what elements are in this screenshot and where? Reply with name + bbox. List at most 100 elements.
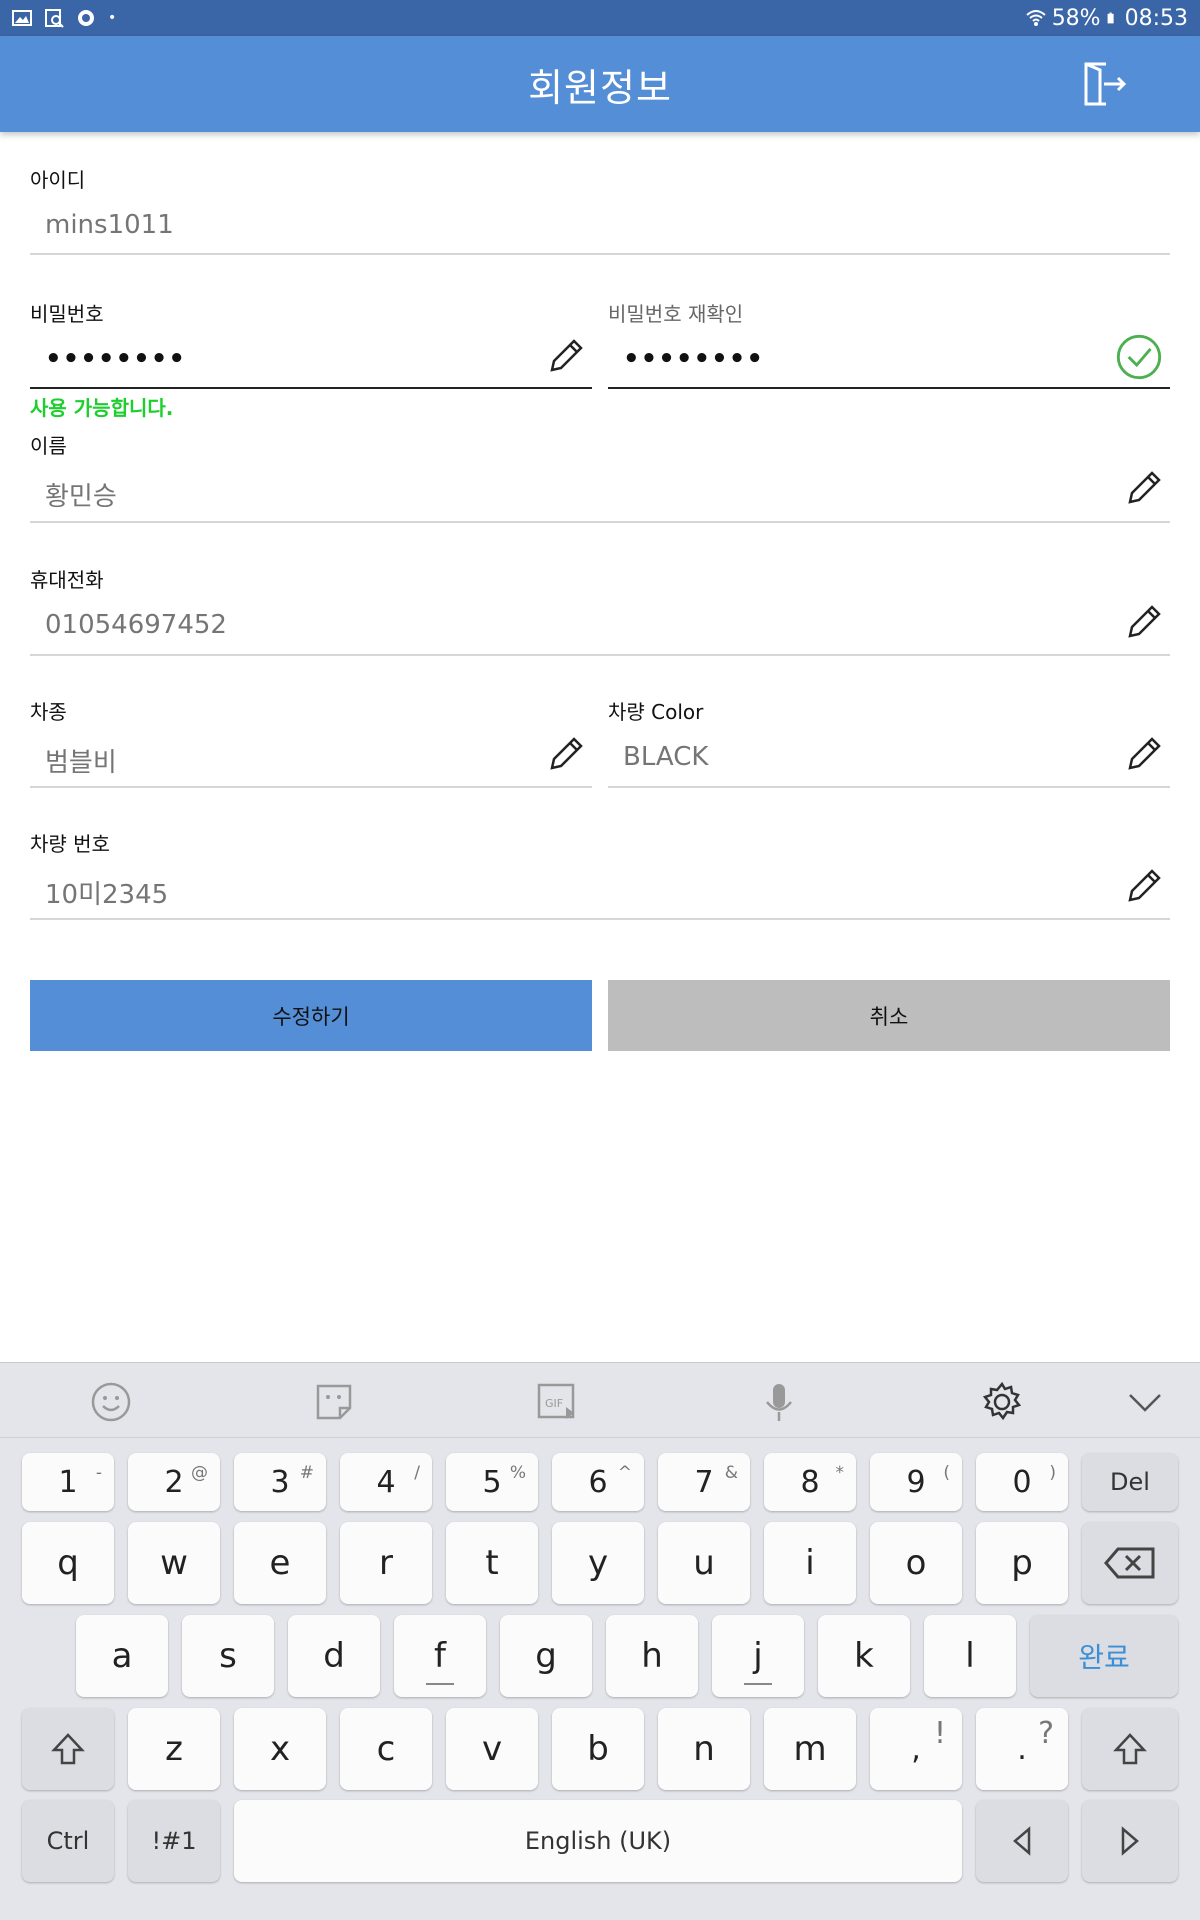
phone-field[interactable]: 휴대전화 01054697452 <box>30 562 1170 657</box>
key-x[interactable]: x <box>234 1708 326 1790</box>
key-0[interactable]: 0) <box>976 1453 1068 1511</box>
pencil-icon[interactable] <box>546 336 586 376</box>
key-1[interactable]: 1- <box>22 1453 114 1511</box>
car-color-input[interactable]: BLACK <box>623 742 708 772</box>
key-q[interactable]: q <box>22 1522 114 1604</box>
key-period[interactable]: .? <box>976 1708 1068 1790</box>
key-v[interactable]: v <box>446 1708 538 1790</box>
battery-icon <box>1107 12 1114 24</box>
key-d[interactable]: d <box>288 1615 380 1697</box>
key-b[interactable]: b <box>552 1708 644 1790</box>
key-w[interactable]: w <box>128 1522 220 1604</box>
key-y[interactable]: y <box>552 1522 644 1604</box>
password-field[interactable]: 비밀번호 •••••••• <box>30 296 592 391</box>
gif-icon[interactable]: GIF <box>536 1381 578 1423</box>
key-shift-right[interactable] <box>1082 1708 1178 1790</box>
shift-icon <box>1113 1733 1147 1765</box>
pencil-icon[interactable] <box>1124 468 1164 508</box>
key-l[interactable]: l <box>924 1615 1016 1697</box>
car-number-underline <box>30 918 1170 920</box>
password-input[interactable]: •••••••• <box>45 344 186 374</box>
keyboard-toolbar: GIF <box>0 1362 1200 1438</box>
key-6[interactable]: 6 ^ <box>552 1453 644 1511</box>
key-shift-left[interactable] <box>22 1708 114 1790</box>
car-number-input[interactable]: 10미2345 <box>45 874 168 911</box>
phone-input[interactable]: 01054697452 <box>45 610 227 640</box>
wifi-icon <box>1026 10 1046 26</box>
key-o[interactable]: o <box>870 1522 962 1604</box>
key-backspace[interactable] <box>1082 1522 1178 1604</box>
key-8[interactable]: 8 * <box>764 1453 856 1511</box>
key-u[interactable]: u <box>658 1522 750 1604</box>
password-confirm-field[interactable]: 비밀번호 재확인 •••••••• <box>608 296 1170 391</box>
key-r[interactable]: r <box>340 1522 432 1604</box>
key-g[interactable]: g <box>500 1615 592 1697</box>
key-4[interactable]: 4/ <box>340 1453 432 1511</box>
key-9[interactable]: 9( <box>870 1453 962 1511</box>
page-title: 회원정보 <box>528 65 672 110</box>
key-m[interactable]: m <box>764 1708 856 1790</box>
key-j[interactable]: j <box>712 1615 804 1697</box>
phone-label: 휴대전화 <box>30 568 104 592</box>
settings-gear-icon[interactable] <box>981 1381 1023 1423</box>
password-underline <box>30 387 592 389</box>
pencil-icon[interactable] <box>1124 602 1164 642</box>
key-z[interactable]: z <box>128 1708 220 1790</box>
id-label: 아이디 <box>30 168 86 192</box>
sticker-icon[interactable] <box>313 1381 355 1423</box>
key-n[interactable]: n <box>658 1708 750 1790</box>
key-space[interactable]: English (UK) <box>234 1800 962 1882</box>
shift-icon <box>51 1733 85 1765</box>
microphone-icon[interactable] <box>758 1381 800 1423</box>
name-field[interactable]: 이름 황민승 <box>30 428 1170 523</box>
car-color-field[interactable]: 차량 Color BLACK <box>608 694 1170 789</box>
key-3[interactable]: 3 # <box>234 1453 326 1511</box>
key-cursor-right[interactable] <box>1082 1800 1178 1882</box>
pencil-icon[interactable] <box>1124 866 1164 906</box>
key-done[interactable]: 완료 <box>1030 1615 1178 1697</box>
key-e[interactable]: e <box>234 1522 326 1604</box>
password-confirm-underline <box>608 387 1170 389</box>
key-a[interactable]: a <box>76 1615 168 1697</box>
gallery-icon <box>12 10 32 26</box>
id-underline <box>30 253 1170 255</box>
car-number-field[interactable]: 차량 번호 10미2345 <box>30 826 1170 921</box>
key-7[interactable]: 7 & <box>658 1453 750 1511</box>
submit-button[interactable]: 수정하기 <box>30 980 592 1051</box>
car-model-field[interactable]: 차종 범블비 <box>30 694 592 789</box>
key-c[interactable]: c <box>340 1708 432 1790</box>
key-k[interactable]: k <box>818 1615 910 1697</box>
pencil-icon[interactable] <box>546 734 586 774</box>
home-row-marker <box>426 1683 454 1685</box>
key-p[interactable]: p <box>976 1522 1068 1604</box>
key-i[interactable]: i <box>764 1522 856 1604</box>
key-symbols[interactable]: !#1 <box>128 1800 220 1882</box>
key-2[interactable]: 2 @ <box>128 1453 220 1511</box>
key-del[interactable]: Del <box>1082 1453 1178 1511</box>
check-circle-icon <box>1116 334 1162 380</box>
name-label: 이름 <box>30 434 67 458</box>
car-model-input[interactable]: 범블비 <box>45 742 117 779</box>
car-number-label: 차량 번호 <box>30 832 110 856</box>
key-ctrl[interactable]: Ctrl <box>22 1800 114 1882</box>
emoji-icon[interactable] <box>90 1381 132 1423</box>
logout-icon[interactable] <box>1080 60 1130 108</box>
key-t[interactable]: t <box>446 1522 538 1604</box>
car-model-underline <box>30 786 592 788</box>
key-h[interactable]: h <box>606 1615 698 1697</box>
status-bar: • 58% 08:53 <box>0 0 1200 36</box>
battery-percent: 58% <box>1051 5 1101 31</box>
key-f[interactable]: f <box>394 1615 486 1697</box>
cancel-button[interactable]: 취소 <box>608 980 1170 1051</box>
key-5[interactable]: 5% <box>446 1453 538 1511</box>
key-s[interactable]: s <box>182 1615 274 1697</box>
pencil-icon[interactable] <box>1124 734 1164 774</box>
hide-keyboard-chevron-icon[interactable] <box>1124 1381 1166 1423</box>
name-input[interactable]: 황민승 <box>45 476 117 513</box>
password-confirm-input[interactable]: •••••••• <box>623 344 764 374</box>
car-color-underline <box>608 786 1170 788</box>
home-row-marker <box>744 1683 772 1685</box>
key-comma[interactable]: ,! <box>870 1708 962 1790</box>
car-color-label: 차량 Color <box>608 700 704 724</box>
key-cursor-left[interactable] <box>976 1800 1068 1882</box>
